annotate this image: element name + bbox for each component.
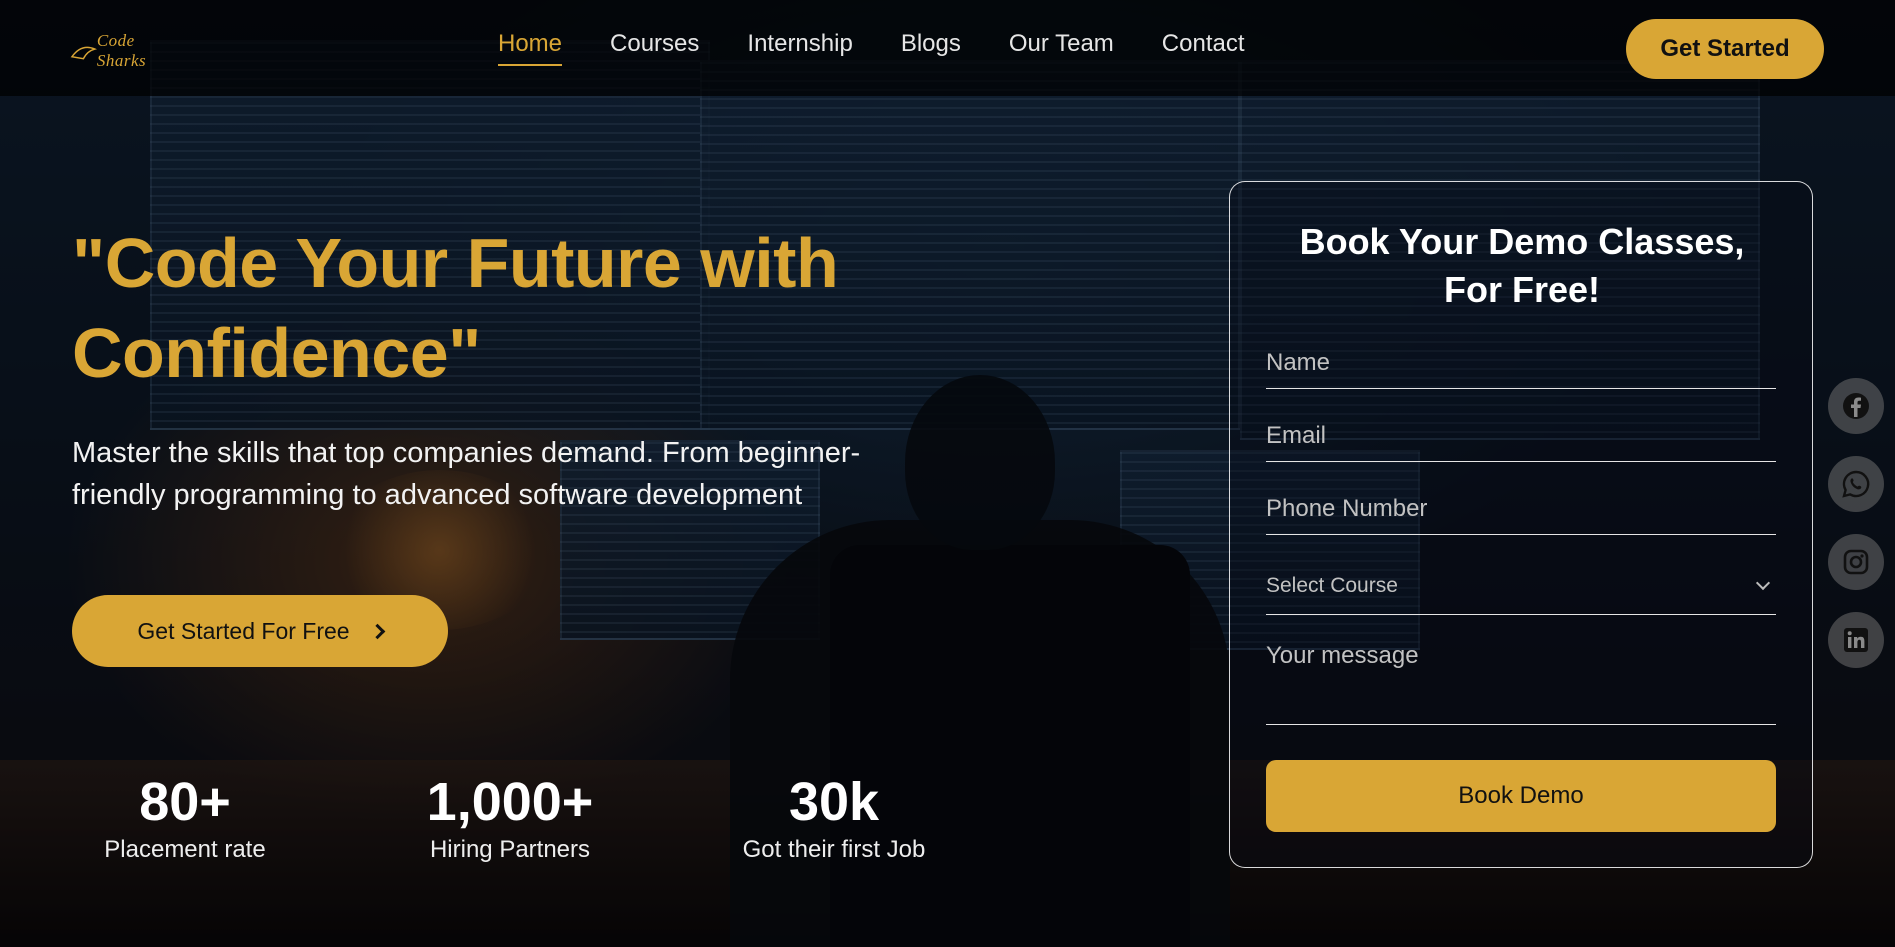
book-demo-button[interactable]: Book Demo <box>1266 760 1776 832</box>
facebook-link[interactable] <box>1828 378 1884 434</box>
whatsapp-link[interactable] <box>1828 456 1884 512</box>
get-started-free-button[interactable]: Get Started For Free <box>72 595 448 667</box>
nav-link-our-team[interactable]: Our Team <box>1009 30 1114 66</box>
stat-value: 80+ <box>139 772 231 832</box>
hero-subtitle: Master the skills that top companies dem… <box>72 437 861 511</box>
get-started-button[interactable]: Get Started <box>1626 19 1824 79</box>
email-input[interactable] <box>1266 418 1776 462</box>
course-select[interactable]: Select Course <box>1266 557 1776 615</box>
form-title: Book Your Demo Classes, For Free! <box>1230 218 1814 314</box>
stat-value: 30k <box>788 772 880 832</box>
stat-first-job: 30k Got their first Job <box>718 772 950 864</box>
shark-icon <box>70 46 97 60</box>
instagram-icon <box>1843 549 1869 575</box>
nav-links: Home Courses Internship Blogs Our Team C… <box>498 0 1245 96</box>
course-select-value: Select Course <box>1266 573 1398 597</box>
get-started-free-label: Get Started For Free <box>137 617 350 644</box>
linkedin-link[interactable] <box>1828 612 1884 668</box>
stat-placement-rate: 80+ Placement rate <box>80 772 290 864</box>
nav-link-blogs[interactable]: Blogs <box>901 30 961 66</box>
stat-value: 1,000+ <box>426 772 594 832</box>
facebook-icon <box>1843 393 1869 419</box>
chevron-right-icon <box>369 623 385 639</box>
phone-input[interactable] <box>1266 491 1776 535</box>
stat-hiring-partners: 1,000+ Hiring Partners <box>400 772 620 864</box>
whatsapp-icon <box>1842 470 1870 498</box>
nav-link-courses[interactable]: Courses <box>610 30 699 66</box>
name-input[interactable] <box>1266 345 1776 389</box>
stat-label: Placement rate <box>104 836 266 863</box>
demo-booking-form: Book Your Demo Classes, For Free! Select… <box>1229 181 1813 868</box>
instagram-link[interactable] <box>1828 534 1884 590</box>
brand-logo[interactable]: Code Sharks <box>70 26 185 76</box>
top-navbar: Code Sharks Home Courses Internship Blog… <box>0 0 1895 96</box>
linkedin-icon <box>1844 628 1868 652</box>
stat-label: Hiring Partners <box>429 836 591 863</box>
nav-link-home[interactable]: Home <box>498 30 563 66</box>
stat-label: Got their first Job <box>742 836 926 863</box>
nav-link-contact[interactable]: Contact <box>1162 30 1245 66</box>
hero-title: "Code Your Future with Confidence" <box>72 224 839 392</box>
form-title-text: Book Your Demo Classes, For Free! <box>1299 221 1745 310</box>
nav-link-internship[interactable]: Internship <box>747 30 852 66</box>
chevron-down-icon <box>1755 575 1771 590</box>
message-textarea[interactable] <box>1266 642 1776 725</box>
brand-logo-text: Code Sharks <box>96 31 147 70</box>
